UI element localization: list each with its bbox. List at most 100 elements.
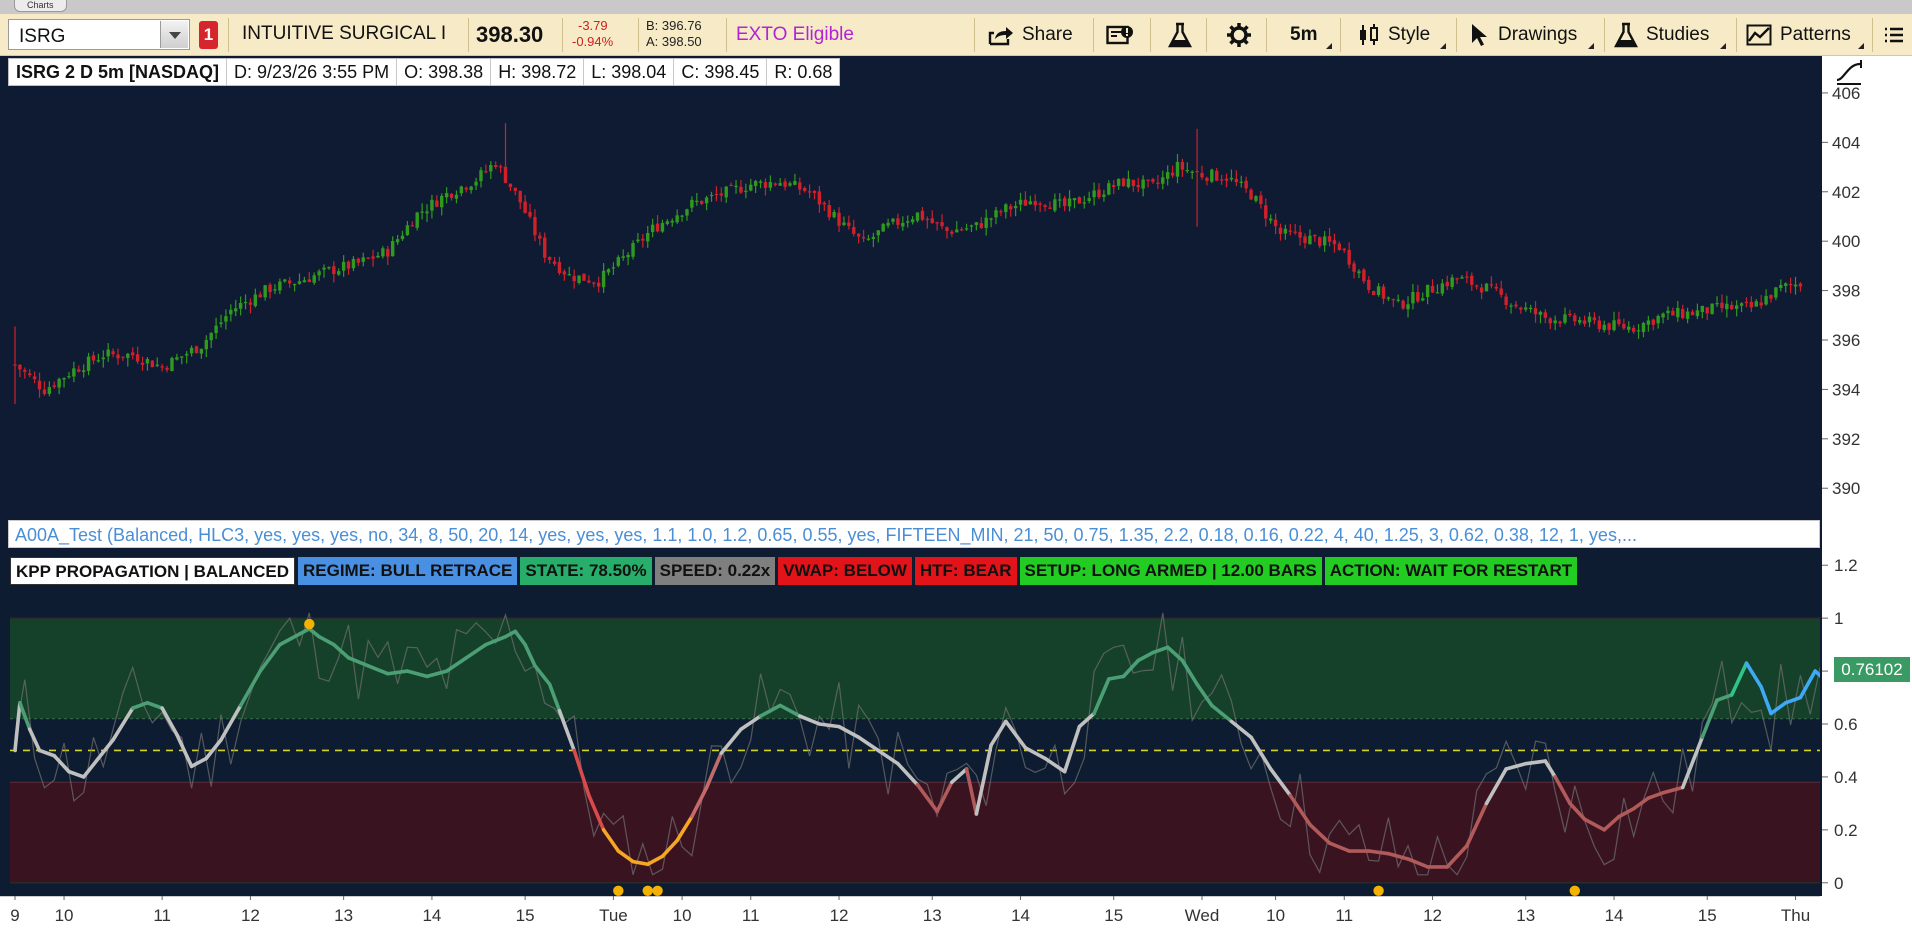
candle-body [351,258,356,269]
candle-body [444,193,449,198]
candle-body [1470,275,1474,285]
indicator-tick-label: 0.6 [1834,715,1858,734]
symbol-input[interactable]: ISRG [19,26,65,48]
candle-body [199,348,204,354]
candle-body [131,352,135,356]
candle-body [1548,318,1552,324]
candle-body [709,194,714,197]
flask-icon [1168,22,1192,48]
candle-body [1033,201,1037,206]
candle-body [1612,320,1616,331]
charts-tab[interactable]: Charts [14,0,67,12]
study-label-bar[interactable]: A00A_Test (Balanced, HLC3, yes, yes, yes… [8,520,1820,548]
candle-body [606,269,611,273]
time-tick-label: 13 [1516,906,1535,925]
candle-body [1543,312,1548,318]
candle-body [361,257,365,262]
candle-body [1700,305,1705,312]
candle-body [37,380,42,390]
indicator-pane[interactable] [0,552,1820,896]
candle-body [1396,299,1400,301]
chart-title: ISRG 2 D 5m [NASDAQ] [9,59,228,85]
candle-body [861,237,866,239]
candle-body [1641,323,1646,332]
gear-button[interactable] [1226,21,1260,49]
candle-body [1779,284,1783,288]
candle-body [484,171,488,173]
candle-body [209,333,213,341]
candle-body [1681,309,1685,319]
candle-body [489,165,493,172]
alert-badge[interactable]: 1 [199,21,218,49]
list-menu-icon [1885,27,1903,43]
status-tag: HTF: BEAR [914,557,1017,585]
candle-body [1303,236,1307,244]
menu-button[interactable] [1884,21,1912,49]
candle-body [1627,326,1631,330]
candle-body [273,289,277,291]
price-tick-label: 406 [1832,84,1860,103]
chevron-down-icon[interactable] [160,21,188,48]
candle-body [1597,320,1602,330]
style-button[interactable]: Style [1358,21,1430,49]
candle-body [881,223,885,232]
candle-body [778,183,782,186]
patterns-button[interactable]: Patterns [1746,21,1851,49]
candle-body [876,230,880,236]
bar-info-panel: ISRG 2 D 5m [NASDAQ] D: 9/23/26 3:55 PM … [8,58,841,86]
price-chart-pane[interactable] [0,88,1820,508]
candle-body [1337,243,1342,250]
chart-settings-button[interactable] [1106,21,1142,49]
status-tag: REGIME: BULL RETRACE [298,557,518,585]
candle-body [307,279,311,283]
studies-lab-button[interactable] [1168,21,1200,49]
candle-body [660,223,665,232]
net-change: -3.79 [578,18,608,33]
candle-body [1661,313,1665,318]
symbol-selector[interactable]: ISRG [8,19,190,50]
exto-eligible-label[interactable]: EXTO Eligible [736,24,854,46]
candle-body [1043,205,1047,207]
candle-body [1725,303,1729,310]
candle-body [1769,294,1773,299]
candle [150,360,155,368]
status-tag: VWAP: BELOW [778,557,912,585]
candle-body [135,354,140,362]
share-button[interactable]: Share [988,21,1073,49]
candle-body [170,358,174,372]
candle-body [160,366,164,368]
candle [1210,168,1214,184]
candle-body [1430,286,1435,293]
candle [582,273,586,281]
flask-icon [1614,22,1638,48]
candle-body [1528,307,1533,310]
time-tick-label: 13 [923,906,942,925]
bar-high: H: 398.72 [491,59,585,85]
drawings-button[interactable]: Drawings [1470,21,1577,49]
time-axis[interactable]: 9 10 11 12 13 14 15 Tue 10 11 12 13 14 15 Wed 10 11 12 13 1… [0,896,1912,928]
candle-body [400,235,405,240]
candle-body [817,191,822,205]
candle-body [582,273,586,281]
time-tick-label: 11 [153,906,171,925]
candle-body [925,218,930,221]
candle-body [1224,178,1229,181]
candle-body [1504,296,1508,306]
candle-body [1685,311,1690,319]
candle-body [1784,283,1788,286]
indicator-tick-label: 0.4 [1834,768,1858,787]
toolbar-separator [1150,18,1151,52]
studies-button[interactable]: Studies [1614,21,1709,49]
candle-body [994,210,998,218]
timeframe-button[interactable]: 5m [1290,21,1317,49]
candle-body [533,217,537,236]
candle-body [974,222,979,226]
drawing-tool-icon[interactable] [1834,58,1864,86]
candle-body [1249,189,1253,200]
time-tick-label: Thu [1781,906,1810,925]
candle-body [1519,307,1523,310]
candle-body [1788,283,1793,286]
candle-body [1229,177,1234,180]
candle [631,240,635,260]
style-label: Style [1388,24,1431,45]
